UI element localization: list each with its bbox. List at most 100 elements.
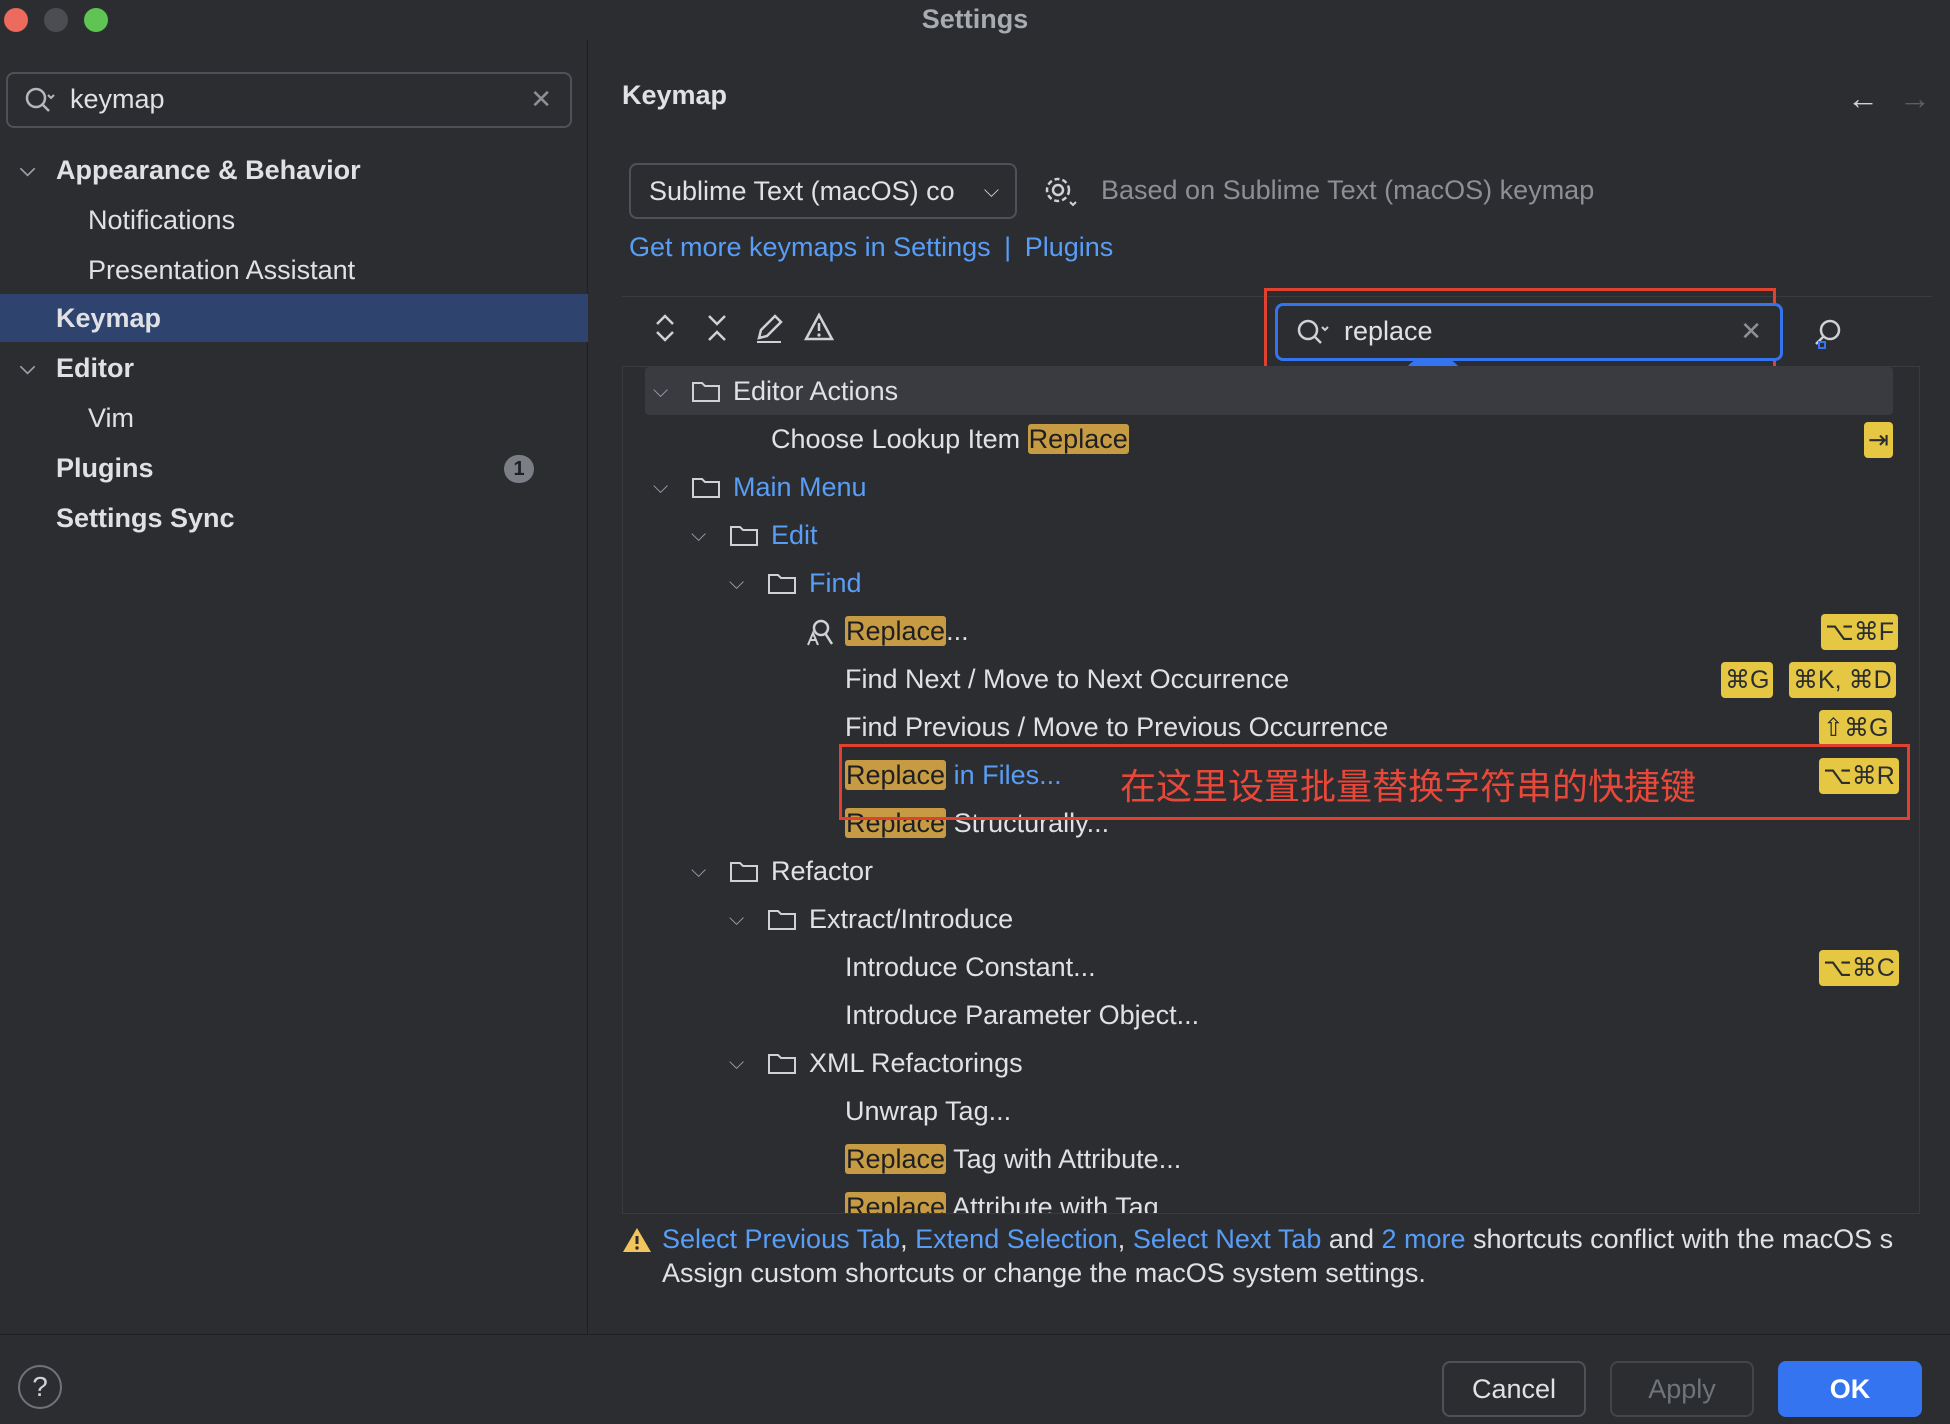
tree-row-replace[interactable]: Replace... ⌥⌘F xyxy=(623,607,1919,655)
sidebar-item-label: Notifications xyxy=(88,205,236,235)
extend-selection-link[interactable]: Extend Selection xyxy=(915,1224,1118,1254)
shortcut-conflict-warning: Select Previous Tab, Extend Selection, S… xyxy=(662,1224,1922,1255)
sidebar-item-vim[interactable]: Vim xyxy=(0,394,588,442)
chevron-down-icon[interactable]: ⌵ xyxy=(653,463,677,511)
tree-row-refactor[interactable]: ⌵ Refactor xyxy=(623,847,1919,895)
sidebar-item-label: Settings Sync xyxy=(56,503,235,533)
tree-row-unwrap-tag[interactable]: Unwrap Tag... xyxy=(623,1087,1919,1135)
search-match: Replace xyxy=(845,1144,947,1174)
plugins-link[interactable]: Plugins xyxy=(1025,232,1114,262)
tree-row-introduce-parameter-object[interactable]: Introduce Parameter Object... xyxy=(623,991,1919,1039)
settings-sidebar: keymap ✕ ⌵ Appearance & Behavior Notific… xyxy=(0,40,588,1334)
tree-label: ... xyxy=(946,616,969,646)
get-more-keymaps-link[interactable]: Get more keymaps in Settings xyxy=(629,232,991,262)
chevron-down-icon[interactable]: ⌵ xyxy=(653,367,677,415)
expand-all-icon[interactable] xyxy=(649,310,681,346)
tree-row-editor-actions[interactable]: ⌵ Editor Actions xyxy=(645,367,1893,415)
sidebar-item-plugins[interactable]: Plugins 1 xyxy=(0,444,588,492)
folder-icon xyxy=(768,574,796,594)
shortcut-badge: ⌥⌘F xyxy=(1821,614,1899,650)
chevron-down-icon[interactable]: ⌵ xyxy=(729,559,753,607)
chevron-down-icon: ⌵ xyxy=(983,180,999,202)
shortcut-badge: ⌘G xyxy=(1721,662,1774,698)
keymap-search-input[interactable]: replace ✕ xyxy=(1275,303,1783,361)
chevron-down-icon[interactable]: ⌵ xyxy=(691,847,715,895)
tree-row-introduce-constant[interactable]: Introduce Constant... ⌥⌘C xyxy=(623,943,1919,991)
dialog-footer: ? Cancel Apply OK xyxy=(0,1334,1950,1424)
tree-row-extract-introduce[interactable]: ⌵ Extract/Introduce xyxy=(623,895,1919,943)
cancel-button[interactable]: Cancel xyxy=(1442,1361,1586,1417)
sidebar-item-keymap[interactable]: Keymap xyxy=(0,294,588,342)
tree-row-find[interactable]: ⌵ Find xyxy=(623,559,1919,607)
back-arrow-icon[interactable]: ← xyxy=(1847,80,1879,117)
warning-text: shortcuts conflict with the macOS s xyxy=(1465,1224,1894,1254)
ok-button[interactable]: OK xyxy=(1778,1361,1922,1417)
tree-label: Introduce Parameter Object... xyxy=(845,1000,1200,1030)
shortcut-badge: ⌘K, ⌘D xyxy=(1789,662,1896,698)
help-button[interactable]: ? xyxy=(18,1365,62,1409)
link-separator: | xyxy=(1004,232,1012,262)
more-conflicts-link[interactable]: 2 more xyxy=(1381,1224,1465,1254)
select-previous-tab-link[interactable]: Select Previous Tab xyxy=(662,1224,900,1254)
warning-text: , xyxy=(1117,1224,1133,1254)
tree-label: Choose Lookup Item xyxy=(771,424,1028,454)
keymap-search-value: replace xyxy=(1344,316,1433,346)
sidebar-item-settings-sync[interactable]: Settings Sync xyxy=(0,494,588,542)
sidebar-item-label: Appearance & Behavior xyxy=(56,155,361,185)
chevron-down-icon[interactable]: ⌵ xyxy=(20,344,44,392)
sidebar-item-appearance-behavior[interactable]: ⌵ Appearance & Behavior xyxy=(0,146,588,194)
title-bar: Settings xyxy=(0,0,1950,40)
search-match: Replace xyxy=(845,616,947,646)
tree-row-replace-tag-with-attribute[interactable]: Replace Tag with Attribute... xyxy=(623,1135,1919,1183)
warning-hint: Assign custom shortcuts or change the ma… xyxy=(662,1258,1426,1288)
page-title: Keymap xyxy=(622,80,728,110)
sidebar-item-label: Vim xyxy=(88,403,135,433)
sidebar-item-label: Keymap xyxy=(56,303,162,333)
folder-icon xyxy=(768,910,796,930)
chevron-down-icon[interactable]: ⌵ xyxy=(729,1039,753,1087)
replace-action-icon xyxy=(807,619,834,646)
tree-label: Extract/Introduce xyxy=(809,904,1014,934)
tree-label: Introduce Constant... xyxy=(845,952,1096,982)
shortcut-badge: ⌥⌘C xyxy=(1819,950,1899,986)
keymap-select-value: Sublime Text (macOS) co xyxy=(649,176,955,206)
settings-search-input[interactable]: keymap ✕ xyxy=(6,72,572,128)
find-by-shortcut-icon[interactable] xyxy=(1811,316,1845,350)
clear-search-icon[interactable]: ✕ xyxy=(1740,316,1762,347)
keymap-select[interactable]: Sublime Text (macOS) co ⌵ xyxy=(629,163,1017,219)
warning-filter-icon[interactable] xyxy=(803,310,835,346)
tree-row-choose-lookup-item[interactable]: Choose Lookup Item Replace ⇥ xyxy=(623,415,1919,463)
tree-row-xml-refactorings[interactable]: ⌵ XML Refactorings xyxy=(623,1039,1919,1087)
edit-icon[interactable] xyxy=(753,310,785,346)
clear-search-icon[interactable]: ✕ xyxy=(530,84,552,115)
sidebar-item-presentation-assistant[interactable]: Presentation Assistant xyxy=(0,246,588,294)
tree-row-edit[interactable]: ⌵ Edit xyxy=(623,511,1919,559)
tree-label: Main Menu xyxy=(733,472,867,502)
tree-row-main-menu[interactable]: ⌵ Main Menu xyxy=(623,463,1919,511)
select-next-tab-link[interactable]: Select Next Tab xyxy=(1133,1224,1322,1254)
sidebar-item-label: Presentation Assistant xyxy=(88,255,356,285)
apply-button[interactable]: Apply xyxy=(1610,1361,1754,1417)
chevron-down-icon[interactable]: ⌵ xyxy=(691,511,715,559)
tree-row-replace-attribute-with-tag[interactable]: Replace Attribute with Tag xyxy=(623,1183,1919,1214)
tree-label: Attribute with Tag xyxy=(946,1192,1159,1214)
shortcut-badge: ⇧⌘G xyxy=(1819,710,1893,746)
sidebar-item-editor[interactable]: ⌵ Editor xyxy=(0,344,588,392)
folder-icon xyxy=(768,1054,796,1074)
keymap-links: Get more keymaps in Settings | Plugins xyxy=(629,232,1113,263)
chevron-down-icon[interactable]: ⌵ xyxy=(20,146,44,194)
gear-icon[interactable] xyxy=(1041,172,1079,210)
search-icon xyxy=(25,87,55,112)
tree-label: Tag with Attribute... xyxy=(946,1144,1182,1174)
shortcut-badge: ⇥ xyxy=(1864,422,1893,458)
sidebar-item-label: Plugins xyxy=(56,453,154,483)
tree-row-find-next[interactable]: Find Next / Move to Next Occurrence ⌘G ⌘… xyxy=(623,655,1919,703)
forward-arrow-icon[interactable]: → xyxy=(1899,80,1931,117)
chevron-down-icon[interactable]: ⌵ xyxy=(729,895,753,943)
folder-icon xyxy=(692,478,720,498)
sidebar-item-notifications[interactable]: Notifications xyxy=(0,196,588,244)
tree-label: Edit xyxy=(771,520,818,550)
collapse-all-icon[interactable] xyxy=(701,310,733,346)
folder-icon xyxy=(730,526,758,546)
warning-text: , xyxy=(900,1224,916,1254)
